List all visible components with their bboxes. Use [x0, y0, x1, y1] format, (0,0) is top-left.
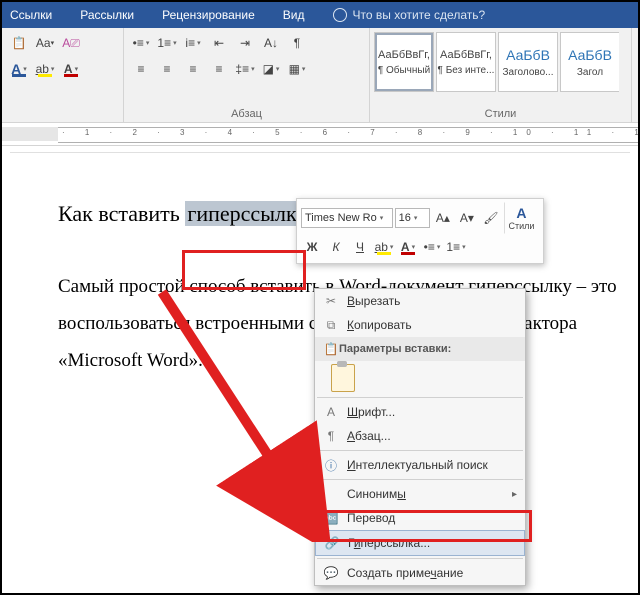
- ruler[interactable]: · 1 · 2 · 3 · 4 · 5 · 6 · 7 · 8 · 9 · 10…: [2, 123, 638, 146]
- clear-format-button[interactable]: A⎚: [60, 32, 82, 54]
- mini-highlight-button[interactable]: ab: [373, 236, 395, 258]
- tab-review[interactable]: Рецензирование: [162, 8, 255, 22]
- mini-numbering-button[interactable]: 1≡: [445, 236, 467, 258]
- pilcrow-button[interactable]: ¶: [286, 32, 308, 54]
- shrink-font-icon[interactable]: A▾: [456, 207, 478, 229]
- ctx-paragraph[interactable]: ¶Абзац...: [315, 424, 525, 448]
- ctx-smart-lookup[interactable]: ⓘИнтеллектуальный поиск: [315, 453, 525, 477]
- translate-icon: 🔤: [323, 510, 339, 526]
- mini-font-color-button[interactable]: A: [397, 236, 419, 258]
- group-label-styles: Стили: [370, 108, 631, 120]
- numbering-button[interactable]: 1≡: [156, 32, 178, 54]
- ctx-cut[interactable]: ✂Вырезать: [315, 289, 525, 313]
- ctx-new-comment[interactable]: 💬Создать примечание: [315, 561, 525, 585]
- paste-icon: [331, 364, 355, 392]
- selected-word[interactable]: гиперссылку: [185, 201, 309, 226]
- style-normal[interactable]: АаБбВвГг, ¶ Обычный: [374, 32, 434, 92]
- scissors-icon: ✂: [323, 293, 339, 309]
- ribbon-group-styles: АаБбВвГг, ¶ Обычный АаБбВвГг, ¶ Без инте…: [370, 28, 632, 122]
- mini-bold-button[interactable]: Ж: [301, 236, 323, 258]
- synonyms-icon: [323, 486, 339, 502]
- borders-button[interactable]: ▦: [286, 58, 308, 80]
- ctx-font[interactable]: AШрифт...: [315, 400, 525, 424]
- indent-inc-button[interactable]: ⇥: [234, 32, 256, 54]
- align-right-button[interactable]: ≡: [182, 58, 204, 80]
- ribbon: 📋 Aa▾ A⎚ A ab A •≡ 1≡ i≡ ⇤ ⇥ A↓ ¶ ≡: [2, 28, 638, 123]
- clipboard-icon[interactable]: 📋: [8, 32, 30, 54]
- tab-view[interactable]: Вид: [283, 8, 305, 22]
- ribbon-group-paragraph: •≡ 1≡ i≡ ⇤ ⇥ A↓ ¶ ≡ ≡ ≡ ≡ ‡≡ ◪ ▦ Абзац: [124, 28, 370, 122]
- ribbon-tabs: Ссылки Рассылки Рецензирование Вид Что в…: [2, 2, 638, 28]
- mini-italic-button[interactable]: К: [325, 236, 347, 258]
- ctx-paste-header: 📋Параметры вставки:: [315, 337, 525, 361]
- bullets-button[interactable]: •≡: [130, 32, 152, 54]
- ctx-copy[interactable]: ⧉Копировать: [315, 313, 525, 337]
- style-heading2[interactable]: АаБбВ Загол: [560, 32, 619, 92]
- format-painter-icon[interactable]: 🖌: [480, 207, 502, 229]
- mini-font-size[interactable]: 16: [395, 208, 430, 228]
- group-label-paragraph: Абзац: [124, 108, 369, 120]
- font-color-button[interactable]: A: [8, 58, 30, 80]
- tell-me[interactable]: Что вы хотите сделать?: [333, 8, 486, 22]
- mini-styles-button[interactable]: AСтили: [504, 202, 539, 234]
- ribbon-group-font: 📋 Aa▾ A⎚ A ab A: [2, 28, 124, 122]
- mini-underline-button[interactable]: Ч: [349, 236, 371, 258]
- style-no-spacing[interactable]: АаБбВвГг, ¶ Без инте...: [436, 32, 496, 92]
- sort-button[interactable]: A↓: [260, 32, 282, 54]
- indent-dec-button[interactable]: ⇤: [208, 32, 230, 54]
- heading-text: Как вставить: [58, 201, 185, 226]
- comment-icon: 💬: [323, 565, 339, 581]
- ruler-ticks: · 1 · 2 · 3 · 4 · 5 · 6 · 7 · 8 · 9 · 10…: [58, 127, 638, 143]
- mini-toolbar: Times New Ro 16 A▴ A▾ 🖌 AСтили Ж К Ч ab …: [296, 198, 544, 264]
- case-button[interactable]: Aa▾: [34, 32, 56, 54]
- hyperlink-icon: 🔗: [324, 535, 340, 551]
- ctx-translate[interactable]: 🔤Перевод: [315, 506, 525, 530]
- highlight-button[interactable]: ab: [34, 58, 56, 80]
- tab-references[interactable]: Ссылки: [10, 8, 52, 22]
- lightbulb-icon: [333, 8, 347, 22]
- font-color2-button[interactable]: A: [60, 58, 82, 80]
- lookup-icon: ⓘ: [323, 457, 339, 473]
- mini-bullets-button[interactable]: •≡: [421, 236, 443, 258]
- copy-icon: ⧉: [323, 317, 339, 333]
- multilevel-button[interactable]: i≡: [182, 32, 204, 54]
- tell-me-label: Что вы хотите сделать?: [353, 8, 486, 22]
- ctx-synonyms[interactable]: Синонимы: [315, 482, 525, 506]
- line-spacing-button[interactable]: ‡≡: [234, 58, 256, 80]
- font-dialog-icon: A: [323, 404, 339, 420]
- context-menu: ✂Вырезать ⧉Копировать 📋Параметры вставки…: [314, 288, 526, 586]
- style-heading1[interactable]: АаБбВ Заголово...: [498, 32, 558, 92]
- align-center-button[interactable]: ≡: [156, 58, 178, 80]
- paragraph-icon: ¶: [323, 428, 339, 444]
- ctx-paste-option[interactable]: [315, 361, 525, 395]
- ctx-hyperlink[interactable]: 🔗Гиперссылка...: [315, 530, 525, 556]
- align-justify-button[interactable]: ≡: [208, 58, 230, 80]
- grow-font-icon[interactable]: A▴: [432, 207, 454, 229]
- align-left-button[interactable]: ≡: [130, 58, 152, 80]
- mini-font-family[interactable]: Times New Ro: [301, 208, 393, 228]
- tab-mailings[interactable]: Рассылки: [80, 8, 134, 22]
- paste-header-icon: 📋: [323, 341, 339, 357]
- shading-button[interactable]: ◪: [260, 58, 282, 80]
